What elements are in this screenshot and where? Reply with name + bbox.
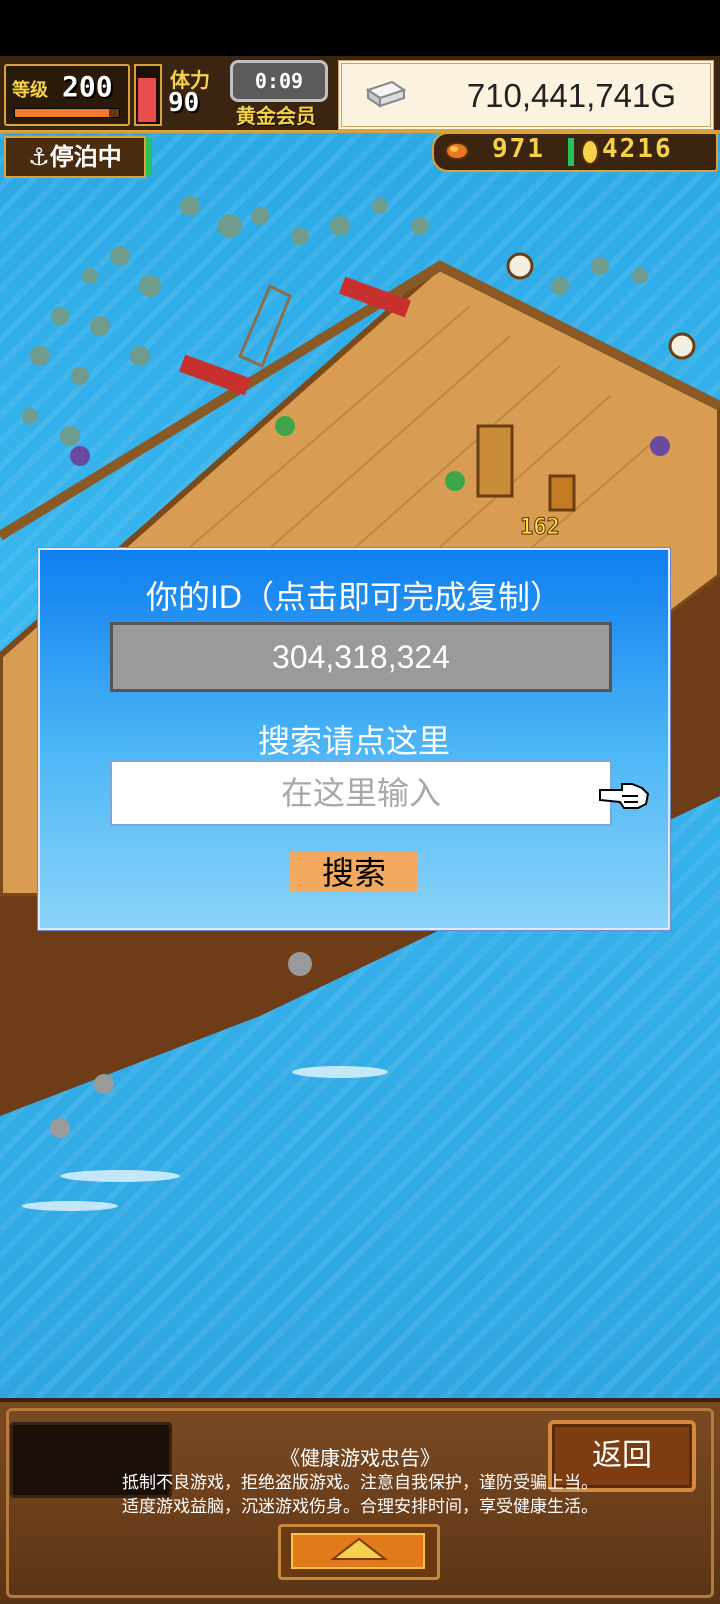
resource-bar[interactable]: 971 4216 [432,132,718,172]
food-icon [445,142,469,160]
level-progress-bar [14,108,120,118]
cannon [179,354,251,396]
health-notice-line: 抵制不良游戏，拒绝盗版游戏。注意自我保护，谨防受骗上当。 [122,1473,598,1492]
status-bar [0,0,720,56]
player-id-copy-field[interactable]: 304,318,324 [110,622,612,692]
medal-count: 4216 [602,134,673,164]
membership-label[interactable]: 黄金会员 [236,100,316,129]
floating-number: 162 [520,515,560,540]
medal-icon [581,139,599,165]
enemy[interactable] [70,446,90,466]
swimming-enemy[interactable] [288,952,312,976]
lantern [506,252,534,280]
anchor-icon: ⚓ [28,143,50,171]
swimming-enemy[interactable] [50,1118,70,1138]
id-search-dialog: 你的ID（点击即可完成复制） 304,318,324 搜索请点这里 搜索 [38,548,670,930]
wave-foam [22,1066,388,1211]
docked-status-label: 停泊中 [49,143,122,171]
dialog-title: 你的ID（点击即可完成复制） [145,579,562,615]
resource-divider [568,138,574,166]
search-button[interactable]: 搜索 [290,852,418,892]
level-panel[interactable]: 等级 200 [4,64,130,126]
docked-status-badge[interactable]: ⚓停泊中 [4,136,146,178]
rigging-net [238,283,292,369]
food-count: 971 [492,134,545,164]
stamina-gauge [134,64,162,126]
mast-base [476,424,514,498]
lantern [668,332,696,360]
gold-amount: 710,441,741G [466,77,676,114]
search-input[interactable] [110,760,612,826]
level-progress-fill [15,109,109,117]
barrel [548,474,576,512]
swimming-enemy[interactable] [94,1074,114,1094]
health-notice-title: 《健康游戏忠告》 [280,1448,440,1470]
search-prompt-label: 搜索请点这里 [257,723,450,759]
pointing-hand-icon [599,783,650,809]
crew-member[interactable] [275,416,295,436]
gold-panel[interactable]: 710,441,741G [338,60,714,130]
level-value: 200 [62,70,113,103]
level-label: 等级 [12,80,48,101]
stamina-value: 90 [168,88,200,118]
expand-menu-button[interactable] [278,1524,440,1580]
enemy[interactable] [650,436,670,456]
silver-bar-icon [365,80,407,108]
triangle-up-icon [330,1537,388,1560]
health-notice-line: 适度游戏益脑，沉迷游戏伤身。合理安排时间，享受健康生活。 [122,1497,598,1516]
stamina-gauge-fill [138,77,156,122]
docked-indicator [146,138,152,176]
bottom-panel: 返回 《健康游戏忠告》 抵制不良游戏，拒绝盗版游戏。注意自我保护，谨防受骗上当。… [0,1398,720,1604]
crew-member[interactable] [445,471,465,491]
stamina-timer: 0:09 [230,60,328,102]
